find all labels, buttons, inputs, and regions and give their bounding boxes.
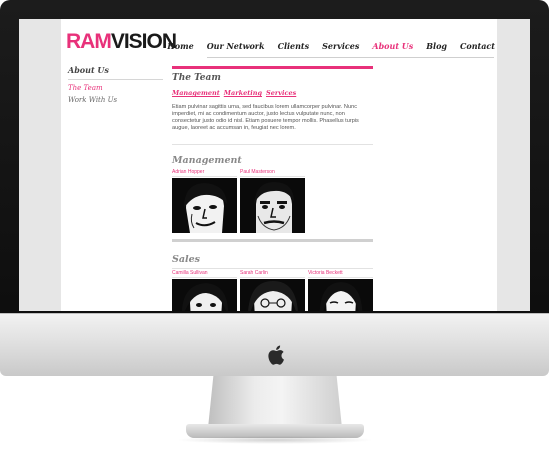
sales-heading: Sales <box>172 254 201 265</box>
subnav-services[interactable]: Services <box>266 89 296 97</box>
nav-home[interactable]: Home <box>167 41 193 51</box>
nav-clients[interactable]: Clients <box>278 41 310 51</box>
person-card[interactable]: Paul Masterson <box>240 169 305 233</box>
sidebar-title: About Us <box>68 65 163 80</box>
monitor-screen: RAMVISION Home Our Network Clients Servi… <box>19 19 530 311</box>
logo-ram-text: RAM <box>66 30 112 53</box>
apple-logo-icon <box>266 343 288 367</box>
monitor-stand-neck <box>208 376 342 428</box>
main-content: The Team Management Marketing Services E… <box>172 66 373 311</box>
page-title: The Team <box>172 73 221 83</box>
intro-paragraph: Etiam pulvinar sagittis urna, sed faucib… <box>172 104 359 131</box>
web-page: RAMVISION Home Our Network Clients Servi… <box>61 19 497 311</box>
title-accent-bar <box>172 66 373 69</box>
nav-our-network[interactable]: Our Network <box>207 41 265 51</box>
sales-row: Camilla Sullivan Sarah Carlin Victoria B… <box>172 270 373 311</box>
sidebar: About Us The Team Work With Us <box>68 65 163 104</box>
person-card[interactable]: Camilla Sullivan <box>172 270 237 311</box>
management-heading: Management <box>172 155 242 166</box>
person-name: Camilla Sullivan <box>172 270 237 278</box>
person-name: Victoria Beckett <box>308 270 373 278</box>
section-divider <box>172 144 373 145</box>
main-nav: Home Our Network Clients Services About … <box>154 41 495 51</box>
section-separator-bar <box>172 239 373 242</box>
section-divider <box>172 268 373 269</box>
nav-about-us[interactable]: About Us <box>372 41 413 51</box>
subnav-marketing[interactable]: Marketing <box>224 89 262 97</box>
management-row: Adrian Hopper Paul Masterson <box>172 169 373 233</box>
nav-divider <box>207 57 494 58</box>
person-photo <box>172 178 237 233</box>
person-photo <box>308 279 373 311</box>
nav-blog[interactable]: Blog <box>426 41 447 51</box>
person-card[interactable]: Sarah Carlin <box>240 270 305 311</box>
person-photo <box>240 279 305 311</box>
monitor-stand-shadow <box>176 436 374 444</box>
person-photo <box>240 178 305 233</box>
sidebar-item-the-team[interactable]: The Team <box>68 84 163 92</box>
nav-services[interactable]: Services <box>322 41 359 51</box>
person-photo <box>172 279 237 311</box>
subnav-management[interactable]: Management <box>172 89 220 97</box>
person-card[interactable]: Victoria Beckett <box>308 270 373 311</box>
person-name: Paul Masterson <box>240 169 305 177</box>
team-subnav: Management Marketing Services <box>172 89 373 97</box>
nav-contact[interactable]: Contact <box>460 41 495 51</box>
person-card[interactable]: Adrian Hopper <box>172 169 237 233</box>
person-name: Sarah Carlin <box>240 270 305 278</box>
sidebar-item-work-with-us[interactable]: Work With Us <box>68 96 163 104</box>
person-name: Adrian Hopper <box>172 169 237 177</box>
